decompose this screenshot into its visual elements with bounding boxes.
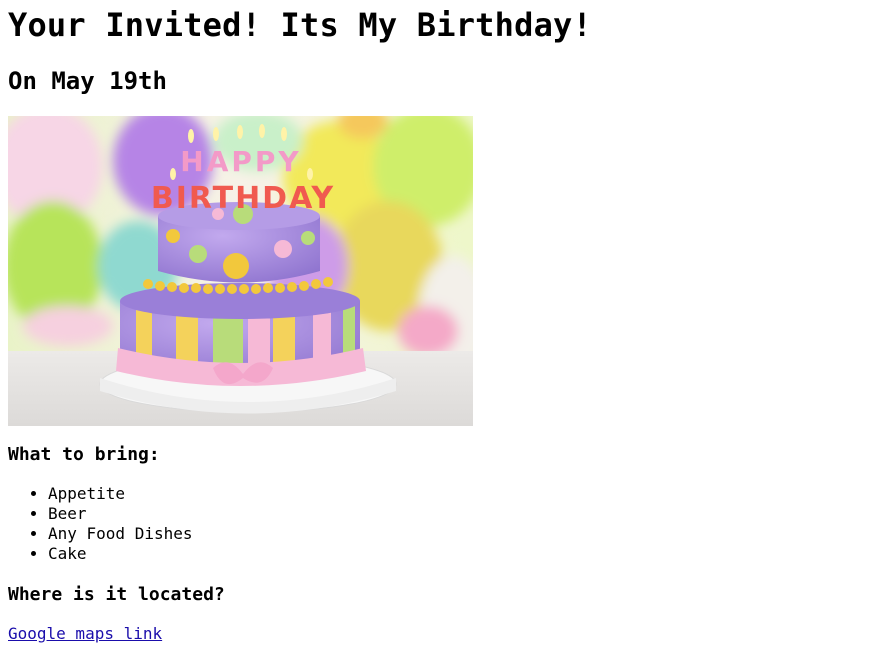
page-title: Your Invited! Its My Birthday! xyxy=(8,6,592,44)
list-item: Beer xyxy=(48,504,880,524)
cake-topper-happy: HAPPY xyxy=(180,145,301,178)
event-date: On May 19th xyxy=(8,67,167,95)
bring-heading: What to bring: xyxy=(8,444,160,465)
location-heading: Where is it located? xyxy=(8,584,225,605)
bring-list: Appetite Beer Any Food Dishes Cake xyxy=(8,484,880,564)
list-item: Appetite xyxy=(48,484,880,504)
birthday-cake-image: HAPPY BIRTHDAY xyxy=(8,116,473,426)
list-item: Cake xyxy=(48,544,880,564)
list-item: Any Food Dishes xyxy=(48,524,880,544)
cake-topper-birthday: BIRTHDAY xyxy=(151,181,335,216)
google-maps-link[interactable]: Google maps link xyxy=(8,624,162,644)
